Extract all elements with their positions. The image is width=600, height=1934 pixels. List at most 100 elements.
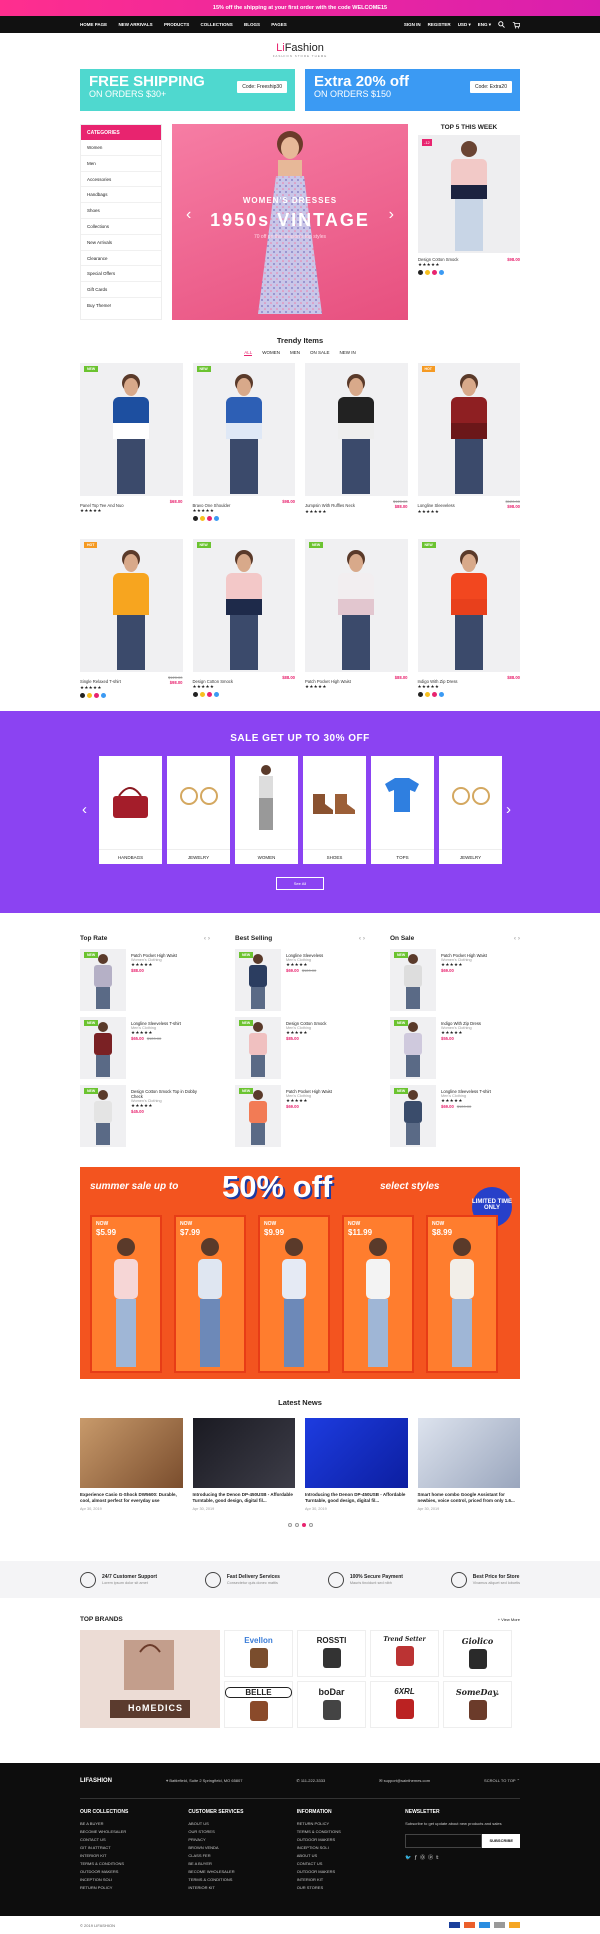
subscribe-button[interactable]: SUBSCRIBE [482, 1834, 521, 1848]
product-image[interactable]: NEW [192, 539, 295, 672]
sale-cat-shoes[interactable]: SHOES [303, 756, 366, 864]
summer-sale-banner[interactable]: summer sale up to 50% off select styles … [80, 1167, 520, 1379]
footer-link[interactable]: RETURN POLICY [297, 1820, 385, 1828]
category-item[interactable]: Accessories [81, 172, 161, 188]
sale-prev-arrow[interactable]: ‹ [82, 801, 87, 818]
brand-logo[interactable]: Evellon [224, 1630, 293, 1677]
product-name[interactable]: Single Relaxed T-shirt [80, 679, 121, 684]
footer-link[interactable]: TERMS & CONDITIONS [80, 1860, 168, 1868]
footer-link[interactable]: BE A BUYER [80, 1820, 168, 1828]
footer-link[interactable]: CONTACT US [80, 1836, 168, 1844]
product-image[interactable]: NEW [192, 363, 295, 496]
category-item[interactable]: Gift Cards [81, 282, 161, 298]
categories-header[interactable]: CATEGORIES [81, 125, 161, 140]
product-image[interactable]: HOT [417, 363, 520, 496]
brand-logo[interactable]: SomeDay. [443, 1681, 512, 1728]
news-title[interactable]: Smart home combo Google Assistant for ne… [418, 1492, 521, 1504]
footer-link[interactable]: INTERIOR KIT [80, 1852, 168, 1860]
hero-banner[interactable]: WOMEN'S DRESSES 1950s VINTAGE 70 off on … [172, 124, 408, 320]
list-nav-arrows[interactable]: ‹ › [359, 935, 365, 942]
product-card[interactable]: HOT Single Relaxed T-shirt $120.00 $98.00 ★★… [80, 539, 183, 698]
category-item[interactable]: Women [81, 140, 161, 156]
news-card[interactable]: Introducing the Denon DP-450USB - Afford… [192, 1418, 295, 1511]
view-more-link[interactable]: + View More [498, 1617, 520, 1622]
product-name[interactable]: Jumpsin With Ruffles Neck [305, 503, 355, 508]
footer-link[interactable]: BROWN VENDA [188, 1844, 276, 1852]
news-image[interactable] [417, 1418, 520, 1488]
footer-link[interactable]: BE A BUYER [188, 1860, 276, 1868]
product-thumb[interactable]: NEW [235, 1017, 281, 1079]
product-card[interactable]: HOT Longline Sleeveless $120.00 $98.00 ★★★★★ [417, 363, 520, 521]
search-icon[interactable] [498, 21, 505, 28]
nav-collections[interactable]: COLLECTIONS [200, 22, 232, 27]
product-thumb[interactable]: NEW [235, 949, 281, 1011]
news-image[interactable] [192, 1418, 295, 1488]
sale-cat-jewelry-2[interactable]: JEWELRY [439, 756, 502, 864]
product-thumb[interactable]: NEW [80, 1017, 126, 1079]
brand-logo[interactable]: ROSSTI [297, 1630, 366, 1677]
brand-logo[interactable]: Giolico [443, 1630, 512, 1677]
product-image[interactable]: NEW [305, 539, 408, 672]
brand-promo-image[interactable]: HoMEDICS [80, 1630, 220, 1728]
tab-all[interactable]: ALL [244, 350, 253, 356]
product-image[interactable]: NEW [80, 363, 183, 496]
brand-logo[interactable]: BELLE [224, 1681, 293, 1728]
footer-link[interactable]: OUTDOOR MAKERS [80, 1868, 168, 1876]
footer-logo[interactable]: LIFASHION [80, 1778, 112, 1784]
promo-free-shipping[interactable]: FREE SHIPPING ON ORDERS $30+ Code: Frees… [80, 69, 295, 111]
footer-link[interactable]: OUR STORES [297, 1884, 385, 1892]
summer-panel[interactable]: NOW $9.99 [258, 1215, 330, 1373]
category-item[interactable]: Special Offers [81, 266, 161, 283]
product-thumb[interactable]: NEW [235, 1085, 281, 1147]
footer-link[interactable]: PRIVACY [188, 1836, 276, 1844]
list-item[interactable]: NEW Patch Pocket High Waist Women's Clothi… [80, 949, 210, 1013]
signin-link[interactable]: SIGN IN [404, 22, 421, 27]
see-all-button[interactable]: See All [276, 877, 324, 890]
color-swatches[interactable] [192, 516, 296, 521]
footer-link[interactable]: INCEPTION SOLI [297, 1844, 385, 1852]
list-item[interactable]: NEW Patch Pocket High Waist Women's Clothi… [390, 949, 520, 1013]
nav-blogs[interactable]: BLOGS [244, 22, 260, 27]
news-card[interactable]: Introducing the Denon DP-450USB - Afford… [305, 1418, 408, 1511]
tab-on-sale[interactable]: ON SALE [310, 350, 330, 356]
list-nav-arrows[interactable]: ‹ › [204, 935, 210, 942]
product-image[interactable]: HOT [80, 539, 183, 672]
news-card[interactable]: Experience Casio G-Shock DW5600: Durable… [80, 1418, 183, 1511]
top5-image[interactable]: -12 [418, 135, 520, 253]
product-card[interactable]: NEW Indigo With Zip Dress $88.00 ★★★★★ [417, 539, 521, 698]
register-link[interactable]: REGISTER [428, 22, 451, 27]
footer-link[interactable]: BECOME WHOLESALER [80, 1828, 168, 1836]
list-item[interactable]: NEW Design Cotton Smock Top in Dobby Chec… [80, 1085, 210, 1149]
sale-cat-handbags[interactable]: HANDBAGS [99, 756, 162, 864]
list-nav-arrows[interactable]: ‹ › [514, 935, 520, 942]
sale-cat-jewelry[interactable]: JEWELRY [167, 756, 230, 864]
list-item[interactable]: NEW Longline Sleeveless T-shirt Men's Clot… [390, 1085, 520, 1149]
language-select[interactable]: ENG ▾ [478, 22, 491, 28]
color-swatches[interactable] [417, 692, 521, 697]
banner-prev-arrow[interactable]: ‹ [186, 206, 191, 224]
news-title[interactable]: Experience Casio G-Shock DW5600: Durable… [80, 1492, 183, 1504]
nav-home[interactable]: HOME PAGE [80, 22, 107, 27]
footer-link[interactable]: INTERIOR KIT [297, 1876, 385, 1884]
product-card[interactable]: NEW Panel Top Tee And Nuo $68.00 ★★★★★ [80, 363, 183, 521]
list-item[interactable]: NEW Design Cotton Smock Men's Clothing ★★★★… [235, 1017, 365, 1081]
color-swatches[interactable] [192, 692, 296, 697]
footer-link[interactable]: GIT IN ATTRACT [80, 1844, 168, 1852]
list-item[interactable]: NEW Longline Sleeveless Men's Clothing ★★★★… [235, 949, 365, 1013]
news-image[interactable] [305, 1418, 408, 1488]
brand-logo[interactable]: 6XRL [370, 1681, 439, 1728]
footer-link[interactable]: INCEPTION SOLI [80, 1876, 168, 1884]
sale-next-arrow[interactable]: › [506, 801, 511, 818]
scroll-top-button[interactable]: SCROLL TO TOP ⌃ [484, 1777, 520, 1785]
list-item[interactable]: NEW Indigo With Zip Dress Women's Clothing… [390, 1017, 520, 1081]
nav-new-arrivals[interactable]: NEW ARRIVALS [118, 22, 152, 27]
color-swatches[interactable] [80, 693, 183, 698]
nav-products[interactable]: PRODUCTS [164, 22, 189, 27]
product-thumb[interactable]: NEW [80, 949, 126, 1011]
banner-next-arrow[interactable]: › [389, 206, 394, 224]
footer-link[interactable]: CONTACT US [297, 1860, 385, 1868]
brand-logo[interactable]: boDar [297, 1681, 366, 1728]
category-item[interactable]: Clearance [81, 251, 161, 267]
footer-link[interactable]: ABOUT US [188, 1820, 276, 1828]
sale-cat-tops[interactable]: TOPS [371, 756, 434, 864]
